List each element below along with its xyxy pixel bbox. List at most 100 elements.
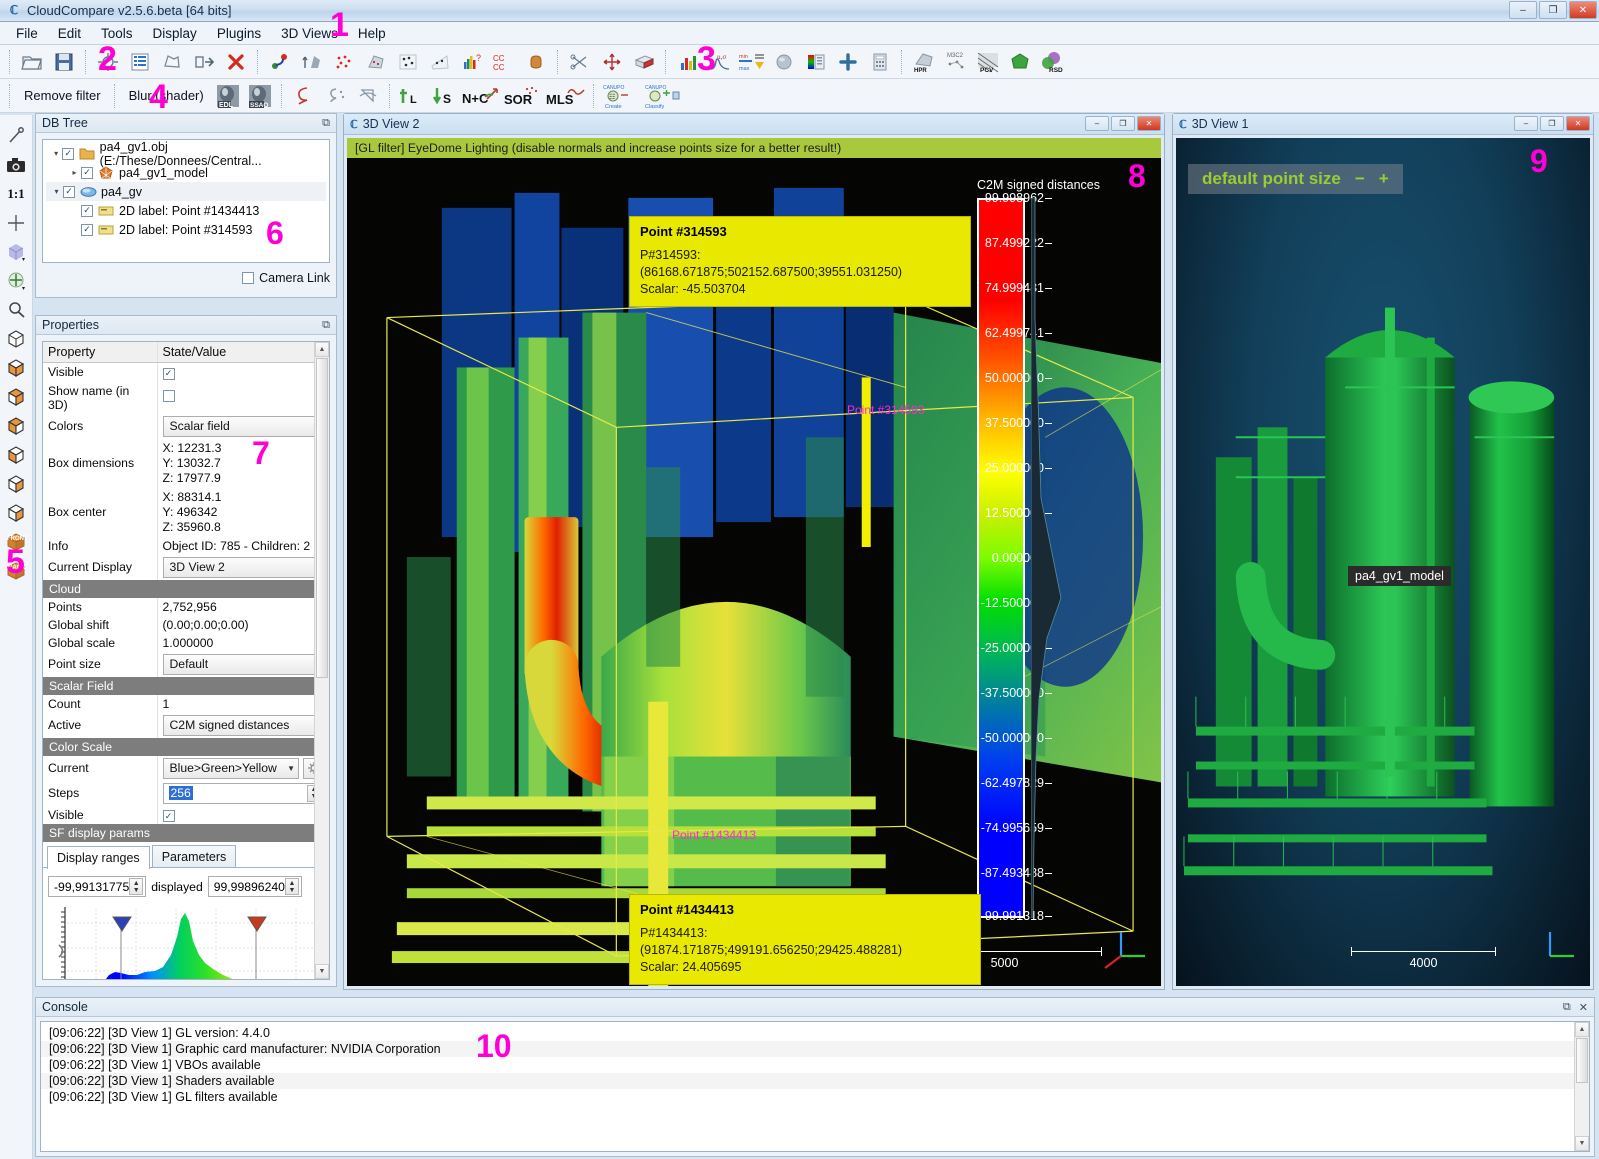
- save-icon[interactable]: [49, 48, 79, 76]
- camera-link-checkbox[interactable]: [242, 272, 255, 284]
- m3c2-icon[interactable]: M3C2: [941, 48, 971, 76]
- expand-arrow-icon[interactable]: ▾: [50, 149, 63, 158]
- maximize-button[interactable]: ❐: [1539, 1, 1567, 19]
- minimize-button[interactable]: –: [1509, 1, 1537, 19]
- undock-icon[interactable]: ⧉: [322, 117, 330, 130]
- cc-compare-icon[interactable]: CC CC: [489, 48, 519, 76]
- point-size-decrease-button[interactable]: −: [1355, 169, 1365, 189]
- view-front-icon[interactable]: FRONT: [2, 527, 30, 556]
- canupo-classify-button[interactable]: CANUPO Classify: [643, 82, 683, 110]
- tree-checkbox[interactable]: ✓: [81, 223, 93, 236]
- view1-window-controls[interactable]: – ❐ ✕: [1514, 116, 1590, 131]
- menu-tools[interactable]: Tools: [91, 23, 143, 44]
- point-size-combo[interactable]: Default▼: [162, 653, 324, 675]
- pcv-icon[interactable]: PCV: [973, 48, 1003, 76]
- global-zoom-icon[interactable]: [93, 48, 123, 76]
- menu-edit[interactable]: Edit: [48, 23, 91, 44]
- point-label-1434413[interactable]: Point #1434413 P#1434413: (91874.171875;…: [629, 894, 981, 985]
- main-toolbar[interactable]: ? CC CC μ,σ min max HPR M3C2 PCV RSD: [0, 45, 1599, 79]
- view1-maximize-button[interactable]: ❐: [1540, 116, 1564, 131]
- window-controls[interactable]: – ❐ ✕: [1509, 1, 1597, 19]
- boxing-glove-icon[interactable]: [521, 48, 551, 76]
- menu-file[interactable]: File: [6, 23, 48, 44]
- colorscale-visible-checkbox[interactable]: ✓: [162, 810, 175, 822]
- view-back-icon[interactable]: BACK: [2, 556, 30, 585]
- tree-checkbox[interactable]: ✓: [63, 185, 75, 198]
- undock-icon[interactable]: ⧉: [1563, 1001, 1571, 1014]
- left-view-toolbar[interactable]: 1:1 FRONT BACK: [0, 115, 33, 1159]
- point-label-314593[interactable]: Point #314593 P#314593: (86168.671875;50…: [629, 216, 971, 307]
- qhull-icon[interactable]: [1005, 48, 1035, 76]
- tree-item-label-1434413[interactable]: ✓ 2D label: Point #1434413: [46, 201, 326, 220]
- show-name-checkbox[interactable]: [162, 390, 175, 402]
- expand-arrow-icon[interactable]: ▸: [68, 168, 81, 177]
- undock-icon[interactable]: ⧉: [322, 319, 330, 332]
- polyline-points-icon[interactable]: [321, 82, 351, 110]
- expand-arrow-icon[interactable]: ▾: [50, 187, 63, 196]
- tree-item-label-314593[interactable]: ✓ 2D label: Point #314593: [46, 220, 326, 239]
- register-clouds-icon[interactable]: [265, 48, 295, 76]
- color-scale-editor-icon[interactable]: [801, 48, 831, 76]
- view-left-icon[interactable]: [2, 440, 30, 469]
- view2-maximize-button[interactable]: ❐: [1111, 116, 1135, 131]
- point-size-widget[interactable]: default point size − +: [1188, 164, 1403, 194]
- tree-checkbox[interactable]: ✓: [62, 147, 75, 160]
- console-scrollbar[interactable]: ▲ ▼: [1574, 1022, 1589, 1151]
- properties-scrollbar[interactable]: ▲ ▼: [314, 342, 329, 979]
- colors-combo[interactable]: Scalar field▼: [162, 415, 324, 437]
- zoom-1-1-icon[interactable]: 1:1: [2, 179, 30, 208]
- close-button[interactable]: ✕: [1569, 1, 1597, 19]
- view-top-icon[interactable]: [2, 353, 30, 382]
- tree-checkbox[interactable]: ✓: [81, 166, 93, 179]
- scrollbar-thumb[interactable]: [1576, 1038, 1588, 1083]
- scroll-down-icon[interactable]: ▼: [315, 964, 329, 979]
- menu-help[interactable]: Help: [348, 23, 396, 44]
- menu-plugins[interactable]: Plugins: [207, 23, 271, 44]
- color-scale-combo[interactable]: Blue>Green>Yellow ▼: [162, 757, 299, 779]
- scatter-plane-icon[interactable]: [425, 48, 455, 76]
- scroll-down-icon[interactable]: ▼: [1575, 1136, 1589, 1151]
- compute-histogram-icon[interactable]: [673, 48, 703, 76]
- view2-close-button[interactable]: ✕: [1137, 116, 1161, 131]
- view2-gl-canvas[interactable]: [GL filter] EyeDome Lighting (disable no…: [347, 138, 1161, 986]
- sf-histogram[interactable]: [51, 903, 321, 979]
- compute-sf-gradient-icon[interactable]: S: [429, 82, 459, 110]
- display-max-input[interactable]: 99,99896240 ▲ ▼: [207, 876, 302, 897]
- scatter-icon[interactable]: [393, 48, 423, 76]
- sf-tabs[interactable]: Display ranges Parameters: [43, 842, 329, 869]
- view-bottom-icon[interactable]: [2, 382, 30, 411]
- tree-item-cloud[interactable]: ▾ ✓ pa4_gv: [46, 182, 326, 201]
- translate-rotate-icon[interactable]: [597, 48, 627, 76]
- filters-toolbar[interactable]: Remove filter Blur (shader) EDL SSAO L S…: [0, 79, 1599, 113]
- camera-link-row[interactable]: Camera Link: [42, 271, 330, 285]
- translate-view-icon[interactable]: [2, 266, 30, 295]
- properties-list-icon[interactable]: [125, 48, 155, 76]
- section-tool-icon[interactable]: [629, 48, 659, 76]
- crosshair-icon[interactable]: [2, 208, 30, 237]
- scroll-up-icon[interactable]: ▲: [315, 342, 329, 357]
- view1-close-button[interactable]: ✕: [1566, 116, 1590, 131]
- remove-filter-button[interactable]: Remove filter: [16, 88, 109, 103]
- tree-item-root-obj[interactable]: ▾ ✓ pa4_gv1.obj (E:/These/Donnees/Centra…: [46, 140, 326, 168]
- point-size-increase-button[interactable]: +: [1379, 169, 1389, 189]
- camera-snapshot-icon[interactable]: [2, 150, 30, 179]
- view-front-side-icon[interactable]: [2, 411, 30, 440]
- align-icon[interactable]: [297, 48, 327, 76]
- active-sf-combo[interactable]: C2M signed distances▼: [162, 714, 324, 736]
- visible-checkbox[interactable]: ✓: [162, 367, 175, 380]
- display-min-input[interactable]: -99,99131775 ▲ ▼: [48, 876, 147, 897]
- menu-display[interactable]: Display: [143, 23, 207, 44]
- tab-display-ranges[interactable]: Display ranges: [47, 846, 150, 869]
- view-back-top-icon[interactable]: [2, 498, 30, 527]
- gaussian-filter-icon[interactable]: μ,σ: [705, 48, 735, 76]
- view-right-icon[interactable]: [2, 469, 30, 498]
- sphere-icon[interactable]: [769, 48, 799, 76]
- current-display-combo[interactable]: 3D View 2▼: [162, 556, 324, 578]
- hpr-icon[interactable]: HPR: [909, 48, 939, 76]
- view-isometric-icon[interactable]: [2, 324, 30, 353]
- add-scalar-field-icon[interactable]: [833, 48, 863, 76]
- box-view-icon[interactable]: [2, 237, 30, 266]
- view2-window-controls[interactable]: – ❐ ✕: [1085, 116, 1161, 131]
- edl-filter-icon[interactable]: EDL: [213, 82, 243, 110]
- view1-minimize-button[interactable]: –: [1514, 116, 1538, 131]
